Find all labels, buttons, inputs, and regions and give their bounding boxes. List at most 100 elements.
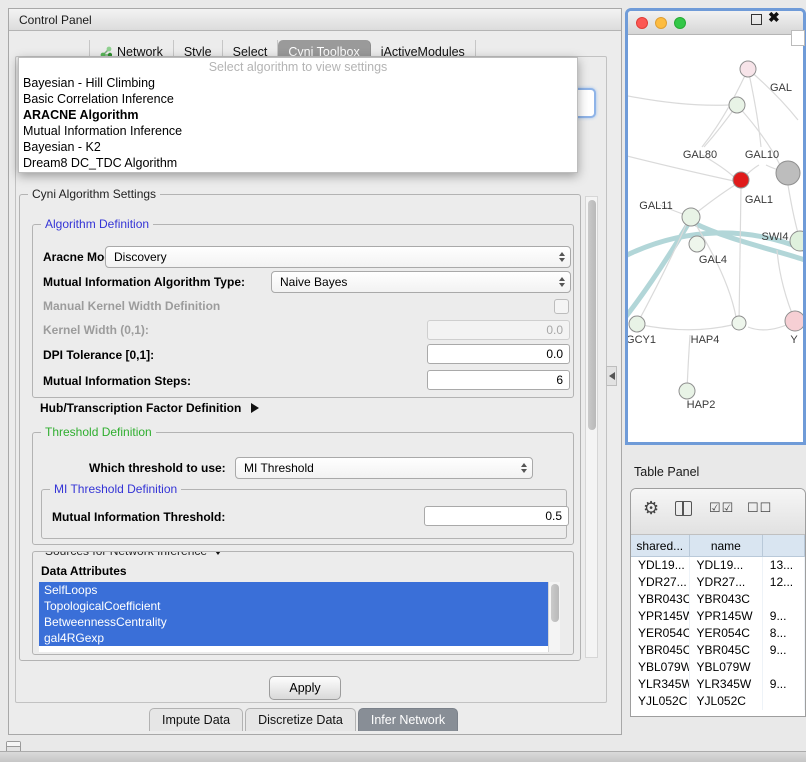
network-node[interactable] <box>790 231 806 251</box>
column-header-name[interactable]: name <box>690 535 764 556</box>
bottom-tab-bar: Impute DataDiscretize DataInfer Network <box>149 708 460 731</box>
attribute-item-topologicalcoefficient[interactable]: TopologicalCoefficient <box>39 598 548 614</box>
close-traffic-light[interactable] <box>636 17 648 29</box>
node-label: GAL4 <box>699 254 727 266</box>
status-strip <box>0 751 806 762</box>
network-node[interactable] <box>629 316 645 332</box>
kernel-width-field[interactable] <box>427 320 570 340</box>
table-row[interactable]: YLR345WYLR345W9... <box>631 676 805 693</box>
manual-kernel-checkbox[interactable] <box>554 299 569 314</box>
mi-threshold-field[interactable] <box>424 506 569 526</box>
close-panel-button[interactable]: ✖ <box>768 9 780 26</box>
dropdown-item-mutual-information-inference[interactable]: Mutual Information Inference <box>19 123 577 139</box>
table-cell: YLR345W <box>690 676 763 693</box>
dpi-tolerance-label: DPI Tolerance [0,1]: <box>43 348 154 362</box>
data-attributes-list: SelfLoopsTopologicalCoefficientBetweenne… <box>39 582 560 652</box>
zoom-traffic-light[interactable] <box>674 17 686 29</box>
node-label: HAP2 <box>687 399 716 411</box>
table-row[interactable]: YBR045CYBR045C9... <box>631 642 805 659</box>
network-node[interactable] <box>740 61 756 77</box>
column-header-shared-[interactable]: shared... <box>631 535 690 556</box>
network-node[interactable] <box>733 172 749 188</box>
mi-steps-field[interactable] <box>427 370 570 390</box>
table-row[interactable]: YJL052CYJL052C <box>631 693 805 710</box>
network-edge[interactable] <box>637 324 732 330</box>
network-node[interactable] <box>732 316 746 330</box>
dpi-tolerance-field[interactable] <box>427 344 570 364</box>
table-row[interactable]: YPR145WYPR145W9... <box>631 608 805 625</box>
table-cell: YDL19... <box>631 557 690 574</box>
columns-icon[interactable] <box>675 501 692 516</box>
algorithm-dropdown-popup: Select algorithm to view settings Bayesi… <box>18 57 578 173</box>
gear-icon[interactable]: ⚙ <box>643 498 659 519</box>
select-all-icon[interactable]: ☑☑ <box>709 500 734 516</box>
which-threshold-combobox[interactable]: MI Threshold <box>235 457 533 479</box>
aracne-mode-combobox[interactable]: Discovery <box>105 246 571 268</box>
table-cell: YPR145W <box>631 608 690 625</box>
network-node[interactable] <box>785 311 805 331</box>
tab-discretize-data[interactable]: Discretize Data <box>245 708 356 731</box>
attribute-item-betweennesscentrality[interactable]: BetweennessCentrality <box>39 614 548 630</box>
mi-type-combobox[interactable]: Naive Bayes <box>271 271 571 293</box>
dropdown-placeholder[interactable]: Select algorithm to view settings <box>19 60 577 75</box>
mi-threshold-label: Mutual Information Threshold: <box>52 510 225 524</box>
network-edge[interactable] <box>739 187 741 323</box>
tab-impute-data[interactable]: Impute Data <box>149 708 243 731</box>
dropdown-item-bayesian-hill-climbing[interactable]: Bayesian - Hill Climbing <box>19 75 577 91</box>
table-row[interactable]: YBR043CYBR043C <box>631 591 805 608</box>
dropdown-item-aracne-algorithm[interactable]: ARACNE Algorithm <box>19 107 577 123</box>
network-node[interactable] <box>729 97 745 113</box>
network-edge[interactable] <box>788 185 798 233</box>
hub-definition-expander[interactable]: Hub/Transcription Factor Definition <box>40 401 259 415</box>
table-row[interactable]: YBL079WYBL079W <box>631 659 805 676</box>
dropdown-item-dream8-dc-tdc-algorithm[interactable]: Dream8 DC_TDC Algorithm <box>19 155 577 171</box>
attribute-item-gal4rgexp[interactable]: gal4RGexp <box>39 630 548 646</box>
network-node[interactable] <box>776 161 800 185</box>
collapse-left-icon <box>609 372 615 380</box>
attribute-item-selfloops[interactable]: SelfLoops <box>39 582 548 598</box>
network-node[interactable] <box>689 236 705 252</box>
network-edge[interactable] <box>748 69 798 120</box>
sources-title: Sources for Network Inference <box>45 551 207 558</box>
network-edge[interactable] <box>777 250 795 321</box>
combo-arrows-icon <box>559 252 570 262</box>
which-threshold-label: Which threshold to use: <box>89 461 226 475</box>
tab-infer-network[interactable]: Infer Network <box>358 708 458 731</box>
table-row[interactable]: YER054CYER054C8... <box>631 625 805 642</box>
view-scroll-corner[interactable] <box>791 30 805 46</box>
float-window-button[interactable] <box>751 14 762 25</box>
panel-splitter-handle[interactable] <box>606 366 617 386</box>
control-panel-title: Control Panel <box>19 13 92 27</box>
deselect-all-icon[interactable]: ☐☐ <box>747 500 772 516</box>
algorithm-definition-group: Algorithm Definition Aracne Mode: Discov… <box>32 224 574 398</box>
dropdown-item-basic-correlation-inference[interactable]: Basic Correlation Inference <box>19 91 577 107</box>
expand-arrow-icon <box>251 403 259 413</box>
attributes-scrollbar[interactable] <box>548 582 560 652</box>
sources-group: Sources for Network Inference Data Attri… <box>32 551 574 655</box>
combo-arrows-icon <box>521 463 532 473</box>
dropdown-item-bayesian-k2[interactable]: Bayesian - K2 <box>19 139 577 155</box>
which-threshold-value: MI Threshold <box>244 461 314 475</box>
network-canvas-area[interactable]: GAL80GAL10GAL11GAL1SWI4GAL4GCY1HAP4YHAP2… <box>628 35 803 445</box>
network-edge[interactable] <box>628 95 729 105</box>
table-cell: YER054C <box>690 625 763 642</box>
network-edge[interactable] <box>628 155 734 181</box>
table-cell: YBR043C <box>631 591 690 608</box>
network-node[interactable] <box>679 383 695 399</box>
sources-title-row[interactable]: Sources for Network Inference <box>41 551 227 558</box>
table-row[interactable]: YDR27...YDR27...12... <box>631 574 805 591</box>
table-cell: YER054C <box>631 625 690 642</box>
node-label: SWI4 <box>762 231 789 243</box>
scrollbar-thumb[interactable] <box>551 584 559 622</box>
settings-scrollbar[interactable] <box>585 196 598 658</box>
network-node[interactable] <box>682 208 700 226</box>
data-attributes-rows: SelfLoopsTopologicalCoefficientBetweenne… <box>39 582 548 652</box>
apply-button[interactable]: Apply <box>269 676 341 700</box>
network-edge[interactable] <box>748 69 761 147</box>
table-row[interactable]: YDL19...YDL19...13... <box>631 557 805 574</box>
control-panel-titlebar[interactable]: Control Panel <box>9 9 621 31</box>
table-cell: 9... <box>763 676 805 693</box>
minimize-traffic-light[interactable] <box>655 17 667 29</box>
scrollbar-thumb[interactable] <box>588 200 596 430</box>
column-header-2[interactable] <box>763 535 805 556</box>
